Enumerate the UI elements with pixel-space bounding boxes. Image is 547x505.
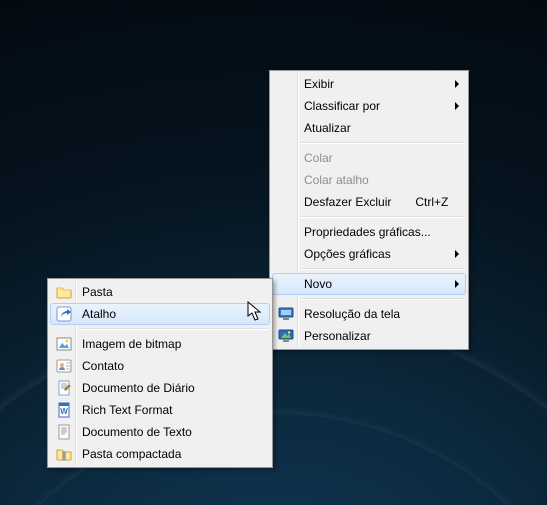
submenu-item-compressed-folder[interactable]: Pasta compactada (50, 443, 270, 465)
submenu-item-text-document[interactable]: Documento de Texto (50, 421, 270, 443)
menu-item-label: Resolução da tela (298, 307, 447, 321)
menu-item-label: Rich Text Format (76, 403, 251, 417)
submenu-arrow-icon (455, 80, 459, 88)
submenu-item-shortcut[interactable]: Atalho (50, 303, 270, 325)
menu-item-label: Classificar por (298, 99, 447, 113)
menu-item-label: Colar atalho (298, 173, 447, 187)
blank-icon (273, 191, 298, 213)
submenu-item-rtf[interactable]: W Rich Text Format (50, 399, 270, 421)
svg-text:W: W (60, 407, 68, 416)
menu-item-label: Propriedades gráficas... (298, 225, 447, 239)
blank-icon (273, 169, 298, 191)
blank-icon (273, 73, 298, 95)
submenu-item-journal[interactable]: Documento de Diário (50, 377, 270, 399)
menu-item-paste-shortcut: Colar atalho (272, 169, 466, 191)
menu-item-label: Opções gráficas (298, 247, 447, 261)
menu-separator (301, 142, 464, 144)
bitmap-icon (51, 333, 76, 355)
menu-item-graphics-options[interactable]: Opções gráficas (272, 243, 466, 265)
word-icon: W (51, 399, 76, 421)
shortcut-icon (51, 303, 76, 325)
blank-icon (273, 221, 298, 243)
menu-item-label: Atalho (76, 307, 251, 321)
menu-item-sort-by[interactable]: Classificar por (272, 95, 466, 117)
personalize-icon (273, 325, 298, 347)
menu-item-label: Desfazer Excluir (298, 195, 391, 209)
blank-icon (273, 117, 298, 139)
menu-item-label: Contato (76, 359, 251, 373)
menu-item-label: Colar (298, 151, 447, 165)
menu-item-screen-resolution[interactable]: Resolução da tela (272, 303, 466, 325)
monitor-icon (273, 303, 298, 325)
submenu-item-bitmap[interactable]: Imagem de bitmap (50, 333, 270, 355)
journal-icon (51, 377, 76, 399)
submenu-arrow-icon (455, 280, 459, 288)
menu-item-view[interactable]: Exibir (272, 73, 466, 95)
menu-separator (301, 216, 464, 218)
menu-item-label: Personalizar (298, 329, 447, 343)
menu-separator (301, 298, 464, 300)
contact-icon (51, 355, 76, 377)
folder-icon (51, 281, 76, 303)
new-submenu[interactable]: Pasta Atalho Imagem de bitmap Contato Do… (47, 278, 273, 468)
menu-item-shortcut: Ctrl+Z (391, 195, 448, 209)
blank-icon (273, 95, 298, 117)
submenu-arrow-icon (455, 102, 459, 110)
blank-icon (273, 273, 298, 295)
menu-item-refresh[interactable]: Atualizar (272, 117, 466, 139)
submenu-item-contact[interactable]: Contato (50, 355, 270, 377)
menu-item-label: Documento de Diário (76, 381, 251, 395)
menu-item-label: Novo (298, 277, 447, 291)
blank-icon (273, 243, 298, 265)
menu-item-paste: Colar (272, 147, 466, 169)
submenu-arrow-icon (455, 250, 459, 258)
menu-item-label: Atualizar (298, 121, 447, 135)
text-file-icon (51, 421, 76, 443)
menu-item-label: Imagem de bitmap (76, 337, 251, 351)
menu-item-label: Pasta compactada (76, 447, 251, 461)
menu-item-label: Exibir (298, 77, 447, 91)
menu-item-graphics-properties[interactable]: Propriedades gráficas... (272, 221, 466, 243)
menu-item-undo-delete[interactable]: Desfazer Excluir Ctrl+Z (272, 191, 466, 213)
menu-item-label: Pasta (76, 285, 251, 299)
menu-item-new[interactable]: Novo (272, 273, 466, 295)
zip-folder-icon (51, 443, 76, 465)
submenu-item-folder[interactable]: Pasta (50, 281, 270, 303)
menu-separator (301, 268, 464, 270)
menu-item-label: Documento de Texto (76, 425, 251, 439)
menu-item-personalize[interactable]: Personalizar (272, 325, 466, 347)
blank-icon (273, 147, 298, 169)
menu-separator (79, 328, 268, 330)
desktop-context-menu[interactable]: Exibir Classificar por Atualizar Colar C… (269, 70, 469, 350)
